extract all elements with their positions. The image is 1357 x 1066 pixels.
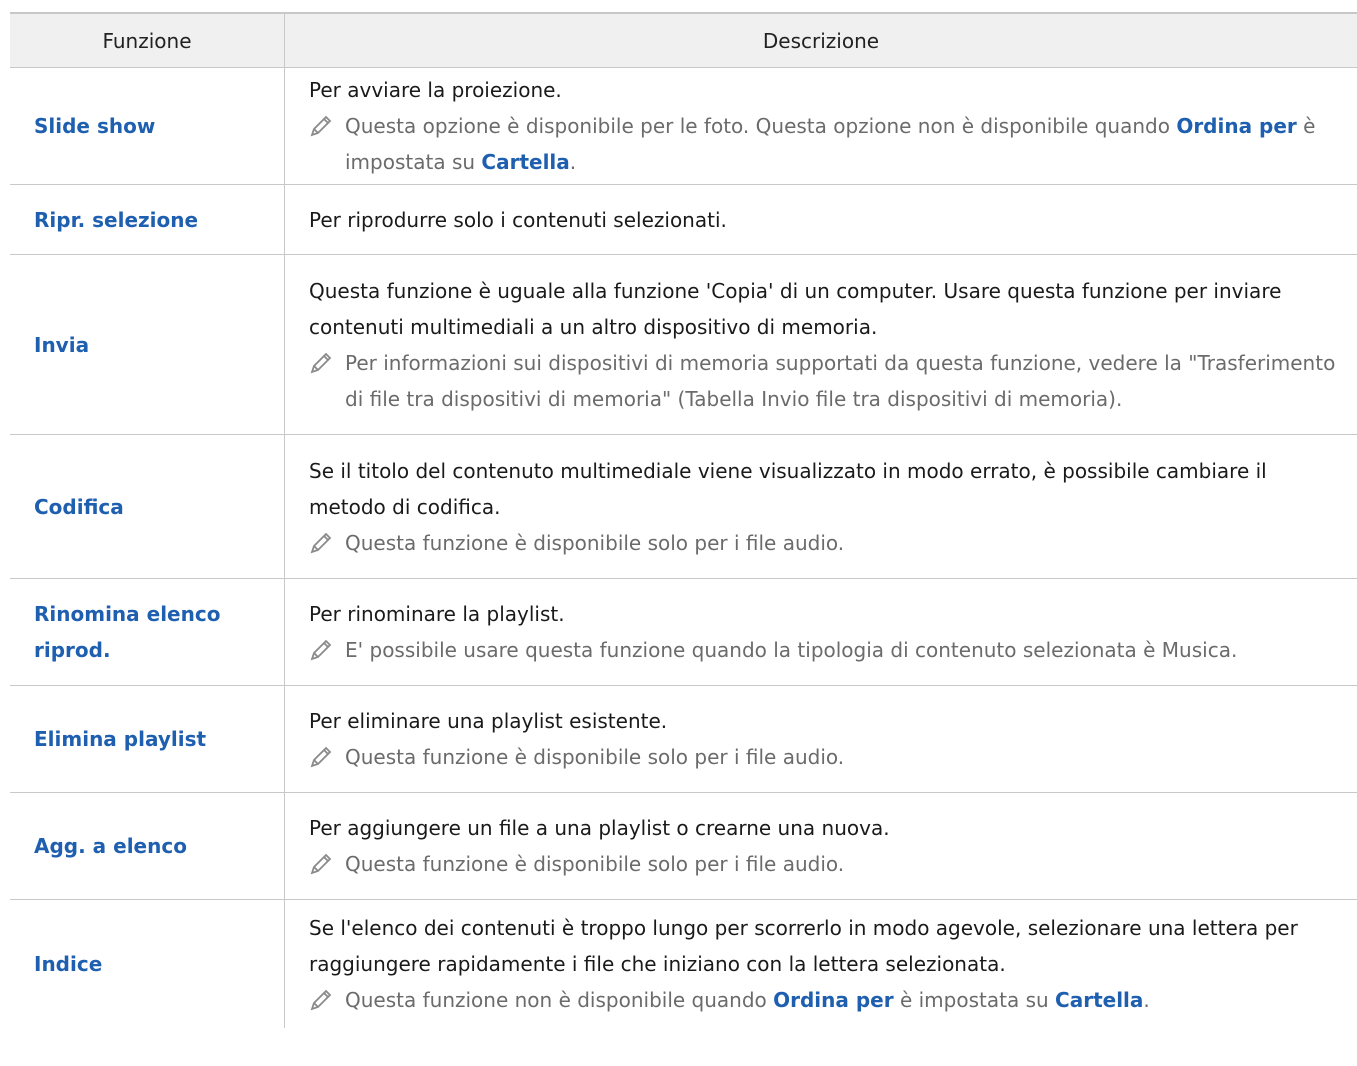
function-name: Elimina playlist xyxy=(10,686,285,792)
setting-link: Cartella xyxy=(1055,988,1144,1012)
function-name: Slide show xyxy=(10,68,285,184)
note: Questa funzione è disponibile solo per i… xyxy=(309,846,1347,882)
table-row: Rinomina elenco riprod. Per rinominare l… xyxy=(10,579,1357,686)
function-description: Per aggiungere un file a una playlist o … xyxy=(285,793,1357,899)
function-description: Per eliminare una playlist esistente. Qu… xyxy=(285,686,1357,792)
note-text: Questa funzione non è disponibile quando… xyxy=(345,988,1150,1012)
setting-link: Ordina per xyxy=(773,988,894,1012)
note-text: Questa opzione è disponibile per le foto… xyxy=(345,114,1316,174)
header-function: Funzione xyxy=(10,14,285,67)
pencil-icon xyxy=(309,525,345,561)
pencil-icon xyxy=(309,108,345,144)
note: Questa funzione non è disponibile quando… xyxy=(309,982,1347,1018)
pencil-icon xyxy=(309,632,345,668)
description-text: Questa funzione è uguale alla funzione '… xyxy=(309,278,1282,339)
pencil-icon xyxy=(309,345,345,381)
table-header: Funzione Descrizione xyxy=(10,14,1357,68)
table-row: Elimina playlist Per eliminare una playl… xyxy=(10,686,1357,793)
table-row: Codifica Se il titolo del contenuto mult… xyxy=(10,435,1357,579)
setting-link: Ordina per xyxy=(1176,114,1297,138)
function-name: Codifica xyxy=(10,435,285,578)
note-text: Per informazioni sui dispositivi di memo… xyxy=(345,350,1336,411)
function-name: Ripr. selezione xyxy=(10,185,285,254)
note-text: Questa funzione è disponibile solo per i… xyxy=(345,745,845,769)
table-row: Invia Questa funzione è uguale alla funz… xyxy=(10,255,1357,435)
function-name: Rinomina elenco riprod. xyxy=(10,579,285,685)
description-text: Per eliminare una playlist esistente. xyxy=(309,709,668,733)
header-description: Descrizione xyxy=(762,28,880,53)
note: Questa opzione è disponibile per le foto… xyxy=(309,108,1347,180)
description-text: Se l'elenco dei contenuti è troppo lungo… xyxy=(309,916,1298,976)
note: Per informazioni sui dispositivi di memo… xyxy=(309,345,1347,417)
function-table: Funzione Descrizione Slide show Per avvi… xyxy=(10,12,1357,1028)
note-text: Questa funzione è disponibile solo per i… xyxy=(345,852,845,876)
note-text: E' possibile usare questa funzione quand… xyxy=(345,638,1238,662)
description-text: Se il titolo del contenuto multimediale … xyxy=(309,458,1267,519)
pencil-icon xyxy=(309,739,345,775)
description-text: Per riprodurre solo i contenuti selezion… xyxy=(309,207,727,232)
note-text: Questa funzione è disponibile solo per i… xyxy=(345,530,845,555)
note: Questa funzione è disponibile solo per i… xyxy=(309,525,1347,561)
function-description: Se il titolo del contenuto multimediale … xyxy=(285,435,1357,578)
function-name: Agg. a elenco xyxy=(10,793,285,899)
function-name: Indice xyxy=(10,900,285,1028)
table-row: Indice Se l'elenco dei contenuti è tropp… xyxy=(10,900,1357,1028)
note: Questa funzione è disponibile solo per i… xyxy=(309,739,1347,775)
table-row: Agg. a elenco Per aggiungere un file a u… xyxy=(10,793,1357,900)
description-text: Per aggiungere un file a una playlist o … xyxy=(309,816,890,840)
note: E' possibile usare questa funzione quand… xyxy=(309,632,1347,668)
function-description: Se l'elenco dei contenuti è troppo lungo… xyxy=(285,900,1357,1028)
description-text: Per avviare la proiezione. xyxy=(309,78,562,102)
function-description: Per avviare la proiezione. Questa opzion… xyxy=(285,68,1357,184)
function-description: Per riprodurre solo i contenuti selezion… xyxy=(285,185,1357,254)
table-row: Slide show Per avviare la proiezione. Qu… xyxy=(10,68,1357,185)
description-text: Per rinominare la playlist. xyxy=(309,602,565,626)
function-name: Invia xyxy=(10,255,285,434)
pencil-icon xyxy=(309,846,345,882)
setting-link: Cartella xyxy=(481,150,570,174)
pencil-icon xyxy=(309,982,345,1018)
function-description: Per rinominare la playlist. E' possibile… xyxy=(285,579,1357,685)
function-description: Questa funzione è uguale alla funzione '… xyxy=(285,255,1357,434)
table-row: Ripr. selezione Per riprodurre solo i co… xyxy=(10,185,1357,255)
